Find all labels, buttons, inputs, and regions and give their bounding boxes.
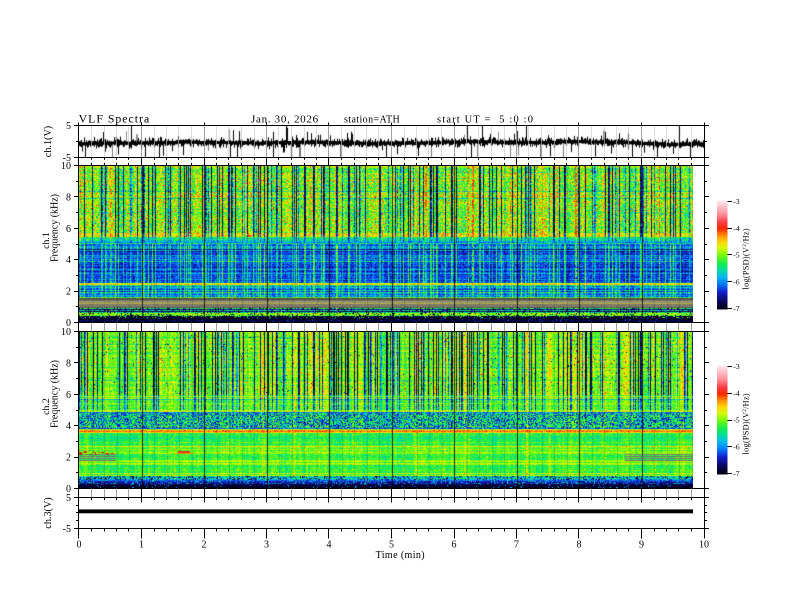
svg-text:Frequency (kHz): Frequency (kHz) <box>50 360 61 428</box>
svg-text:6: 6 <box>452 540 457 551</box>
svg-text:-4: -4 <box>733 389 740 398</box>
svg-text:start UT = 5 :0 :0: start UT = 5 :0 :0 <box>437 114 534 125</box>
svg-text:-6: -6 <box>733 442 740 451</box>
svg-text:log(PSD)(V2/Hz): log(PSD)(V2/Hz) <box>742 228 751 289</box>
svg-text:4: 4 <box>66 421 71 432</box>
svg-text:5: 5 <box>389 540 394 551</box>
svg-text:-4: -4 <box>733 224 740 233</box>
svg-text:ch.1(V): ch.1(V) <box>43 126 54 157</box>
svg-text:6: 6 <box>66 390 71 401</box>
svg-text:5: 5 <box>66 121 71 132</box>
svg-text:station=ATH: station=ATH <box>344 114 400 125</box>
svg-text:4: 4 <box>66 255 71 266</box>
svg-text:-3: -3 <box>733 197 740 206</box>
svg-text:-7: -7 <box>733 304 740 313</box>
svg-text:10: 10 <box>699 540 709 551</box>
svg-text:log(PSD)(V2/Hz): log(PSD)(V2/Hz) <box>742 393 751 454</box>
svg-text:2: 2 <box>66 453 71 464</box>
svg-text:10: 10 <box>61 327 71 338</box>
svg-text:7: 7 <box>514 540 519 551</box>
svg-text:-5: -5 <box>733 251 740 260</box>
svg-text:6: 6 <box>66 224 71 235</box>
svg-text:ch.3(V): ch.3(V) <box>43 497 54 528</box>
svg-text:-6: -6 <box>733 277 740 286</box>
svg-text:2: 2 <box>66 287 71 298</box>
svg-text:3: 3 <box>264 540 269 551</box>
svg-text:8: 8 <box>66 358 71 369</box>
svg-text:2: 2 <box>202 540 207 551</box>
svg-text:0: 0 <box>77 540 82 551</box>
svg-text:5: 5 <box>66 493 71 504</box>
svg-text:1: 1 <box>139 540 144 551</box>
svg-text:8: 8 <box>577 540 582 551</box>
svg-text:Frequency (kHz): Frequency (kHz) <box>50 194 61 262</box>
svg-text:-7: -7 <box>733 469 740 478</box>
svg-text:8: 8 <box>66 192 71 203</box>
svg-text:10: 10 <box>61 161 71 172</box>
svg-text:4: 4 <box>327 540 332 551</box>
svg-text:Time (min): Time (min) <box>376 550 425 561</box>
svg-text:Jan. 30, 2026: Jan. 30, 2026 <box>251 113 319 125</box>
svg-text:9: 9 <box>639 540 644 551</box>
svg-text:VLF Spectra: VLF Spectra <box>79 112 151 126</box>
svg-text:-5: -5 <box>733 416 740 425</box>
svg-text:-5: -5 <box>63 524 71 535</box>
svg-text:-3: -3 <box>733 362 740 371</box>
